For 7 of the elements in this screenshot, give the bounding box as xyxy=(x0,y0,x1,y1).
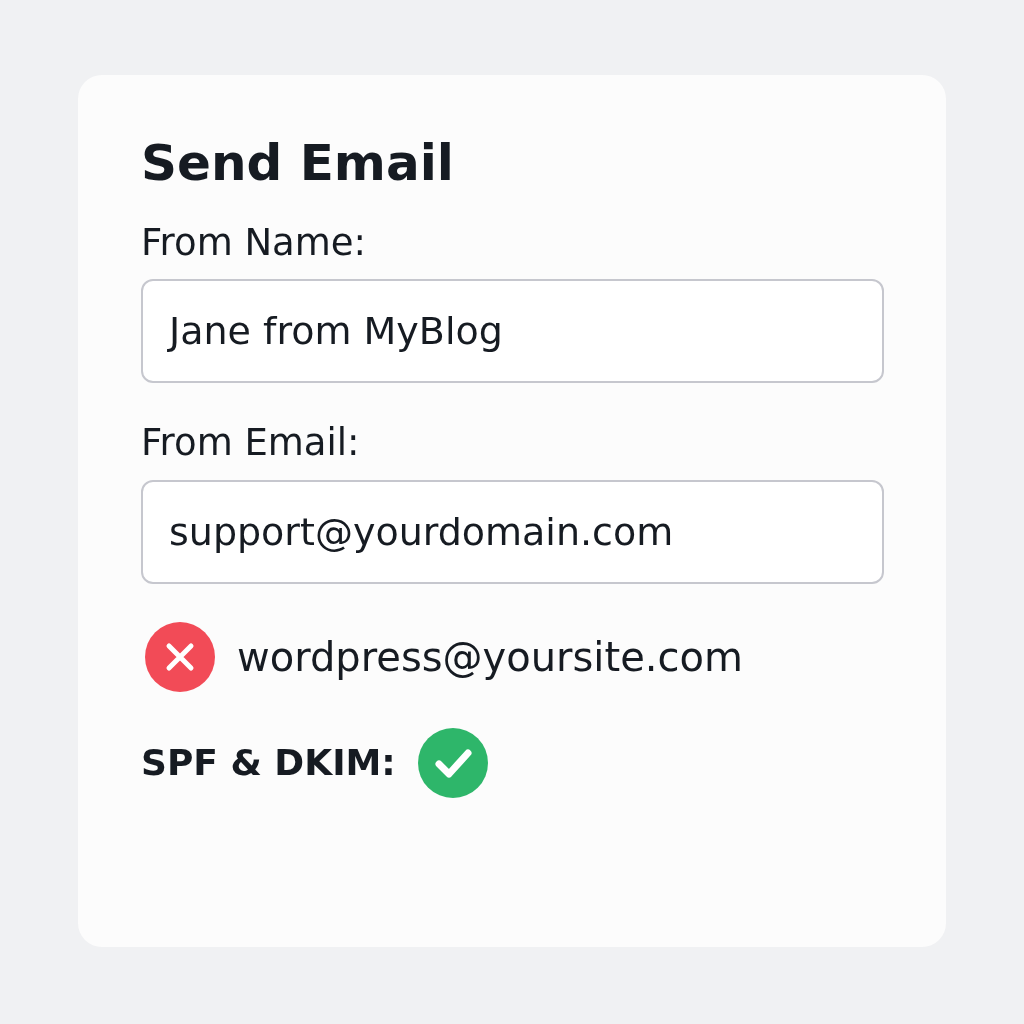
form-title: Send Email xyxy=(141,133,454,193)
field-label: From Name: xyxy=(141,221,367,266)
input-field[interactable]: Jane from MyBlog xyxy=(141,279,884,384)
input-field[interactable]: support@yourdomain.com xyxy=(141,479,884,584)
field-label: From Email: xyxy=(141,421,360,466)
auth-label: SPF & DKIM: xyxy=(141,742,396,784)
sender-address: wordpress@yoursite.com xyxy=(237,633,743,680)
